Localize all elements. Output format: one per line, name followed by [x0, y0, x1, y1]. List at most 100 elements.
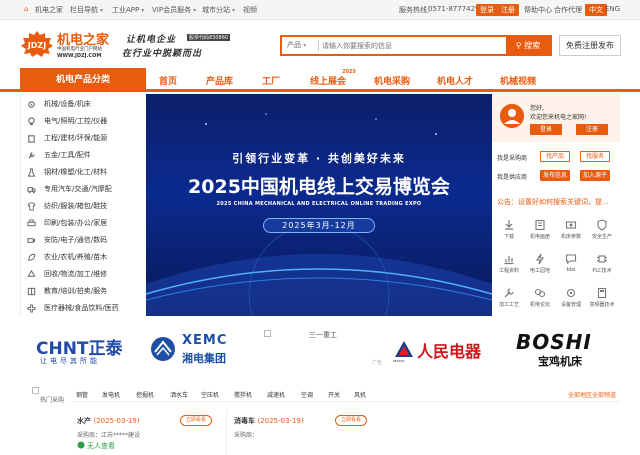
- grid-electrician[interactable]: 电工园地: [525, 250, 555, 280]
- cooperate-link[interactable]: 合作代理: [554, 5, 582, 15]
- sidebar-item-security[interactable]: 安防/电子/通信/数码: [27, 233, 107, 247]
- bid-button[interactable]: 立即看看: [180, 415, 212, 426]
- greeting: 您好,: [530, 105, 544, 112]
- expo-year-tag: 2025: [342, 69, 356, 75]
- top-bar: ⌂ 机电之家 栏目导航 工业APP VIP会员服务 城市分站 视频 服务热线： …: [0, 0, 640, 20]
- find-product-button[interactable]: 找产品: [540, 151, 570, 162]
- procurement-card-title[interactable]: 水产 (2025-03-19): [77, 416, 140, 426]
- recycle-icon: [27, 269, 36, 277]
- home-link[interactable]: 机电之家: [35, 5, 63, 15]
- lang-en-link[interactable]: ENG: [605, 5, 620, 13]
- nav-home[interactable]: 首页: [159, 74, 177, 87]
- brand-boshi[interactable]: BOSHI 宝鸡机床: [508, 328, 630, 370]
- broken-image-icon: [264, 330, 271, 337]
- brand-chnt[interactable]: CHNT正泰 让电尽其所能: [20, 328, 142, 370]
- grid-label: bbs: [566, 267, 576, 273]
- vip-menu[interactable]: VIP会员服务: [152, 5, 196, 15]
- tag-item[interactable]: 钢管: [76, 390, 88, 399]
- grid-engineering-docs[interactable]: 工程资料: [494, 250, 524, 280]
- sidebar-item-medical[interactable]: 医疗器械/食品饮料/医药: [27, 301, 119, 315]
- grid-download[interactable]: 下载: [494, 216, 524, 246]
- join-vendor-button[interactable]: 加入源子: [580, 170, 610, 181]
- search-category-select[interactable]: 产品 ▾: [287, 40, 306, 50]
- building-icon: [28, 134, 35, 143]
- tag-item[interactable]: 空调: [301, 390, 313, 399]
- panel-login-button[interactable]: 登录: [530, 124, 562, 135]
- free-signup-button[interactable]: 免费注册发布: [559, 35, 621, 56]
- sidebar-item-agriculture[interactable]: 农业/农机/养殖/苗木: [27, 250, 107, 264]
- grid-catalog[interactable]: 机电画册: [525, 216, 555, 246]
- sidebar-item-electrical[interactable]: 电气/照明/工控/仪器: [27, 114, 107, 128]
- tag-item[interactable]: 开关: [328, 390, 340, 399]
- category-menu-button[interactable]: 机电产品分类: [20, 68, 146, 92]
- all-regions-link[interactable]: 全部地区全部频道: [568, 390, 616, 399]
- hero-banner[interactable]: 引领行业变革 · 共创美好未来 2025中国机电线上交易博览会 2025 CHI…: [146, 94, 492, 316]
- grid-label: 机电画册: [529, 234, 550, 240]
- sidebar-item-hardware[interactable]: 五金/工具/配件: [27, 148, 91, 162]
- nav-talent[interactable]: 机电人才: [437, 74, 473, 87]
- help-link[interactable]: 帮助中心: [524, 5, 552, 15]
- post-info-button[interactable]: 发布信息: [540, 170, 570, 181]
- tag-item[interactable]: 减速机: [267, 390, 285, 399]
- nav-online-expo[interactable]: 线上展会: [310, 74, 346, 87]
- nav-product-library[interactable]: 产品库: [206, 74, 233, 87]
- brand-sany[interactable]: 三一重工 广告: [264, 328, 386, 370]
- lang-cn-button[interactable]: 中文: [585, 4, 607, 16]
- grid-label: PLC技术: [592, 268, 612, 274]
- notice-text[interactable]: 公告：设置好如何搜索关键词，提...: [497, 197, 617, 207]
- sidebar-item-machinery[interactable]: 机械/设备/机床: [27, 97, 91, 111]
- grid-label: 机床参数: [560, 234, 581, 240]
- register-button[interactable]: 注册: [497, 4, 519, 16]
- video-link[interactable]: 视频: [243, 5, 257, 15]
- grid-plc[interactable]: PLC技术: [587, 250, 617, 280]
- sidebar-item-recycling[interactable]: 回收/物流/加工/维修: [27, 267, 107, 281]
- tag-item[interactable]: 风机: [354, 390, 366, 399]
- sidebar-item-printing[interactable]: 印刷/包装/办公/家居: [27, 216, 107, 230]
- search-input[interactable]: [322, 39, 502, 52]
- wrench-icon: [28, 151, 35, 159]
- grid-processing[interactable]: 加工工艺: [494, 284, 524, 314]
- nav-factory[interactable]: 工厂: [262, 74, 280, 87]
- grid-inverter[interactable]: 变频器技术: [587, 284, 617, 314]
- home-icon[interactable]: ⌂: [24, 5, 28, 13]
- tag-item[interactable]: 发电机: [102, 390, 120, 399]
- sidebar-item-vehicles[interactable]: 专用汽车/交通/汽摩配: [27, 182, 112, 196]
- download-icon: [505, 220, 513, 230]
- grid-forum[interactable]: 机电论坛: [525, 284, 555, 314]
- brand-xemc[interactable]: XEMC 湘电集团: [142, 328, 264, 370]
- hot-image-alt: 热门采购: [40, 397, 65, 404]
- grid-machine-params[interactable]: 机床参数: [556, 216, 586, 246]
- nav-video[interactable]: 机械视频: [500, 74, 536, 87]
- grid-equipment[interactable]: 设备管理: [556, 284, 586, 314]
- sidebar-item-label: 钢材/橡塑/化工/材料: [44, 168, 108, 176]
- search-button[interactable]: ⚲ 搜索: [506, 37, 550, 54]
- logo-icon[interactable]: JDZJ: [20, 30, 54, 58]
- sidebar-item-textile[interactable]: 纺织/服装/箱包/鞋技: [27, 199, 107, 213]
- hot-procurement-image[interactable]: 热门采购: [28, 387, 70, 404]
- grid-bbs[interactable]: bbs: [556, 250, 586, 280]
- grid-safety[interactable]: 安全生产: [587, 216, 617, 246]
- city-menu[interactable]: 城市分站: [202, 5, 235, 15]
- tag-item[interactable]: 搅拌机: [234, 390, 252, 399]
- nav-procurement[interactable]: 机电采购: [374, 74, 410, 87]
- sidebar-item-education[interactable]: 教育/培训/拍卖/服务: [27, 284, 107, 298]
- app-menu[interactable]: 工业APP: [112, 5, 144, 15]
- panel-register-button[interactable]: 注册: [576, 124, 608, 135]
- find-service-button[interactable]: 找服务: [580, 151, 610, 162]
- tool-icon: [504, 288, 514, 298]
- procurement-tag-bar: 钢管 发电机 挖掘机 洒水车 空压机 搅拌机 减速机 空调 开关 风机 全部地区…: [70, 386, 620, 402]
- user-panel: 您好, 欢迎您来机电之家网! 登录 注册 我是采购商 找产品 找服务 我是供应商…: [492, 94, 620, 316]
- bid-button[interactable]: 立即看看: [335, 415, 367, 426]
- sidebar-item-label: 印刷/包装/办公/家居: [44, 219, 108, 227]
- tag-item[interactable]: 挖掘机: [136, 390, 154, 399]
- sidebar-item-label: 教育/培训/拍卖/服务: [44, 287, 108, 295]
- tag-item[interactable]: 空压机: [201, 390, 219, 399]
- sidebar-item-engineering[interactable]: 工程/建材/环保/能源: [27, 131, 107, 145]
- view-count-text: 无人查看: [87, 442, 115, 450]
- brand-people-electric[interactable]: PEOPLE 人民电器: [386, 328, 508, 370]
- tag-item[interactable]: 洒水车: [170, 390, 188, 399]
- procurement-card-title[interactable]: 消毒车 (2025-03-19): [234, 416, 304, 426]
- nav-guide-menu[interactable]: 栏目导航: [70, 5, 103, 15]
- login-button[interactable]: 登录: [476, 4, 498, 16]
- sidebar-item-materials[interactable]: 钢材/橡塑/化工/材料: [27, 165, 107, 179]
